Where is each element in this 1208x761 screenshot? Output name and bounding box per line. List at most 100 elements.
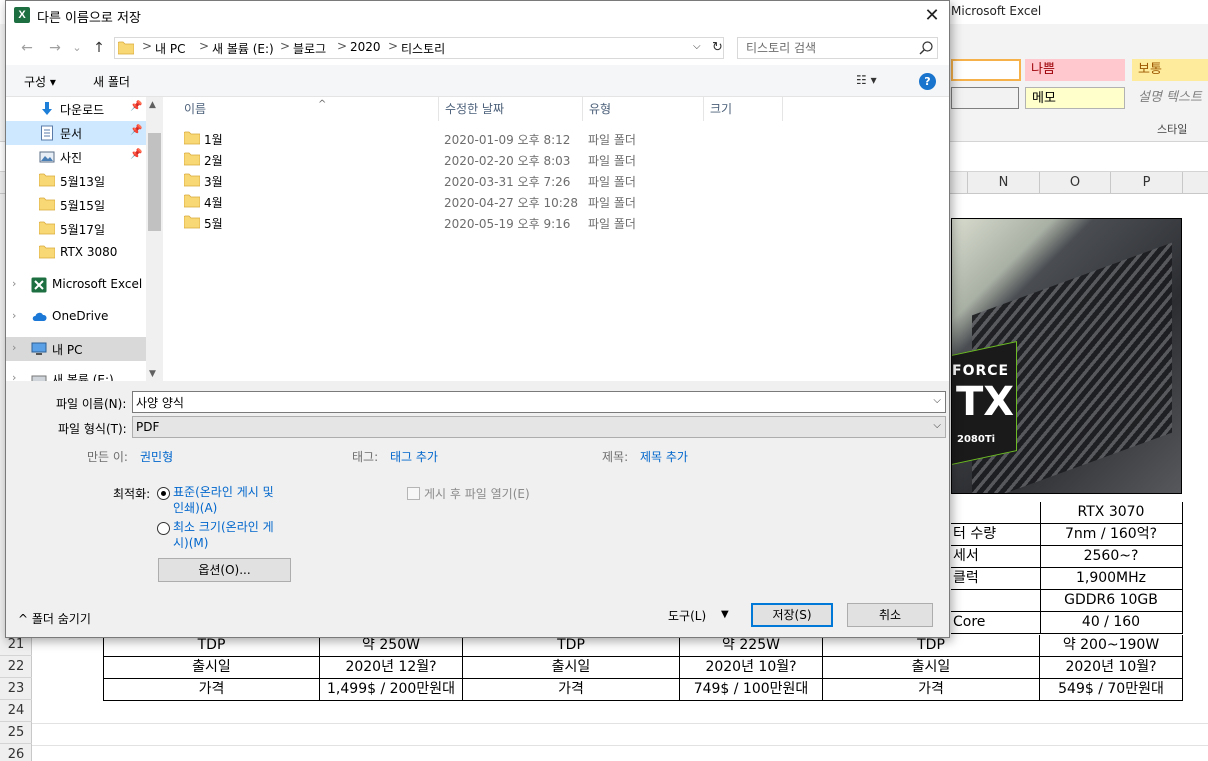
table-cell[interactable]: 출시일 [823, 657, 1040, 679]
style-note[interactable]: 메모 [1025, 87, 1125, 109]
nav-item-pc[interactable]: › 내 PC [6, 337, 146, 361]
table-cell[interactable]: 약 225W [680, 635, 823, 657]
table-cell-value[interactable]: 40 / 160 [1040, 612, 1183, 634]
file-row[interactable]: 2월 2020-02-20 오후 8:03 파일 폴더 [163, 149, 949, 170]
column-header-o[interactable]: O [1040, 172, 1111, 194]
file-row[interactable]: 5월 2020-05-19 오후 9:16 파일 폴더 [163, 212, 949, 233]
style-partial-left[interactable] [951, 59, 1021, 81]
filetype-select[interactable]: PDF ⌵ [132, 416, 946, 438]
table-cell[interactable]: 2020년 10월? [1040, 657, 1183, 679]
subject-value[interactable]: 제목 추가 [640, 448, 688, 465]
refresh-icon[interactable]: ↻ [712, 40, 723, 55]
optimize-standard-radio[interactable] [157, 487, 170, 500]
table-cell-label[interactable] [951, 502, 1041, 524]
table-cell[interactable]: 출시일 [463, 657, 680, 679]
table-cell-value[interactable]: 2560~? [1040, 546, 1183, 568]
file-row[interactable]: 1월 2020-01-09 오후 8:12 파일 폴더 [163, 128, 949, 149]
table-cell[interactable]: 가격 [823, 679, 1040, 701]
cancel-button[interactable]: 취소 [847, 603, 933, 627]
style-bad[interactable]: 나쁨 [1025, 59, 1125, 81]
table-cell[interactable]: 가격 [463, 679, 680, 701]
style-partial-left2[interactable] [951, 87, 1019, 109]
authors-value[interactable]: 권민형 [140, 448, 173, 465]
breadcrumb-blog[interactable]: 블로그 [293, 40, 326, 57]
column-header-size[interactable]: 크기 [704, 97, 783, 121]
chevron-right-icon[interactable]: › [12, 309, 16, 322]
nav-item-item-1[interactable]: 문서 📌 [6, 121, 146, 145]
row-header-26[interactable]: 26 [0, 744, 32, 761]
nav-item-5-17[interactable]: 5월17일 [6, 217, 146, 241]
up-icon[interactable]: ↑ [90, 39, 108, 57]
table-cell[interactable]: 2020년 12월? [320, 657, 463, 679]
table-cell[interactable]: 약 250W [320, 635, 463, 657]
column-header-type[interactable]: 유형 [583, 97, 704, 121]
row-header-24[interactable]: 24 [0, 700, 32, 722]
table-cell[interactable]: 549$ / 70만원대 [1040, 679, 1183, 701]
gpu-image[interactable]: FORCE TX 2080Ti [951, 218, 1182, 494]
table-cell[interactable]: 2020년 10월? [680, 657, 823, 679]
help-icon[interactable]: ? [919, 73, 936, 90]
column-header-n[interactable]: N [968, 172, 1040, 194]
style-explanatory[interactable]: 설명 텍스트 [1132, 87, 1208, 109]
row-header-22[interactable]: 22 [0, 656, 32, 678]
scroll-up-icon[interactable]: ▲ [149, 100, 156, 110]
file-row[interactable]: 3월 2020-03-31 오후 7:26 파일 폴더 [163, 170, 949, 191]
new-folder-button[interactable]: 새 폴더 [93, 73, 130, 90]
breadcrumb-volume[interactable]: 새 볼륨 (E:) [212, 40, 274, 57]
column-header[interactable] [951, 172, 968, 194]
chevron-down-icon[interactable]: ⌵ [933, 395, 941, 406]
filename-input[interactable] [133, 392, 923, 412]
nav-item-onedrive[interactable]: › OneDrive [6, 305, 146, 329]
breadcrumb-pc[interactable]: 내 PC [155, 40, 185, 57]
organize-button[interactable]: 구성 ▾ [24, 73, 56, 90]
optimize-minimum-radio[interactable] [157, 522, 170, 535]
search-input[interactable] [738, 38, 913, 58]
tags-value[interactable]: 태그 추가 [390, 448, 438, 465]
options-button[interactable]: 옵션(O)... [158, 558, 291, 582]
navigation-scrollbar[interactable]: ▲ ▼ [146, 97, 163, 381]
table-cell-value[interactable]: 1,900MHz [1040, 568, 1183, 590]
chevron-down-icon[interactable]: ⌵ [933, 420, 941, 431]
search-box[interactable] [737, 37, 938, 59]
table-cell-label[interactable]: Core [951, 612, 1041, 634]
table-cell-value[interactable]: GDDR6 10GB [1040, 590, 1183, 612]
nav-item-rtx-3080[interactable]: RTX 3080 [6, 241, 146, 265]
table-cell[interactable]: 749$ / 100만원대 [680, 679, 823, 701]
nav-item-item-2[interactable]: 사진 📌 [6, 145, 146, 169]
forward-icon[interactable]: → [46, 39, 64, 57]
table-cell-label[interactable] [951, 590, 1041, 612]
column-header-date[interactable]: 수정한 날짜 [439, 97, 583, 121]
filename-field[interactable]: ⌵ [132, 391, 946, 413]
nav-item-5-13[interactable]: 5월13일 [6, 169, 146, 193]
chevron-down-icon[interactable]: ⌵ [693, 41, 701, 52]
table-cell[interactable]: TDP [103, 635, 320, 657]
row-header-25[interactable]: 25 [0, 722, 32, 744]
scroll-down-icon[interactable]: ▼ [149, 369, 156, 379]
table-cell-value[interactable]: 7nm / 160억? [1040, 524, 1183, 546]
style-neutral[interactable]: 보통 [1132, 59, 1208, 81]
close-button[interactable]: ✕ [915, 1, 949, 31]
nav-item-item-0[interactable]: 다운로드 📌 [6, 97, 146, 121]
chevron-right-icon[interactable]: › [12, 371, 16, 381]
search-icon[interactable] [918, 40, 934, 56]
address-bar[interactable]: > 내 PC > 새 볼륨 (E:) > 블로그 > 2020 > 티스토리 ⌵… [114, 37, 724, 59]
breadcrumb-2020[interactable]: 2020 [350, 40, 381, 54]
table-cell[interactable]: 가격 [103, 679, 320, 701]
table-cell-label[interactable]: 터 수량 [951, 524, 1041, 546]
table-cell-label[interactable]: 클럭 [951, 568, 1041, 590]
file-row[interactable]: 4월 2020-04-27 오후 10:28 파일 폴더 [163, 191, 949, 212]
table-cell-value[interactable]: RTX 3070 [1040, 502, 1183, 524]
table-cell[interactable]: 출시일 [103, 657, 320, 679]
nav-item-microsoft-excel[interactable]: › Microsoft Excel [6, 273, 146, 297]
save-button[interactable]: 저장(S) [751, 603, 833, 627]
column-header-p[interactable]: P [1111, 172, 1183, 194]
scrollbar-thumb[interactable] [148, 133, 161, 231]
optimize-minimum-label[interactable]: 최소 크기(온라인 게시)(M) [173, 519, 288, 551]
column-header-name[interactable]: 이름 ^ [178, 97, 439, 121]
table-cell[interactable]: TDP [823, 635, 1040, 657]
table-cell-label[interactable]: 세서 [951, 546, 1041, 568]
breadcrumb-tistory[interactable]: 티스토리 [401, 40, 445, 57]
recent-locations-icon[interactable]: ⌄ [68, 39, 86, 57]
chevron-right-icon[interactable]: › [12, 277, 16, 290]
open-after-publish-checkbox[interactable] [407, 487, 420, 500]
